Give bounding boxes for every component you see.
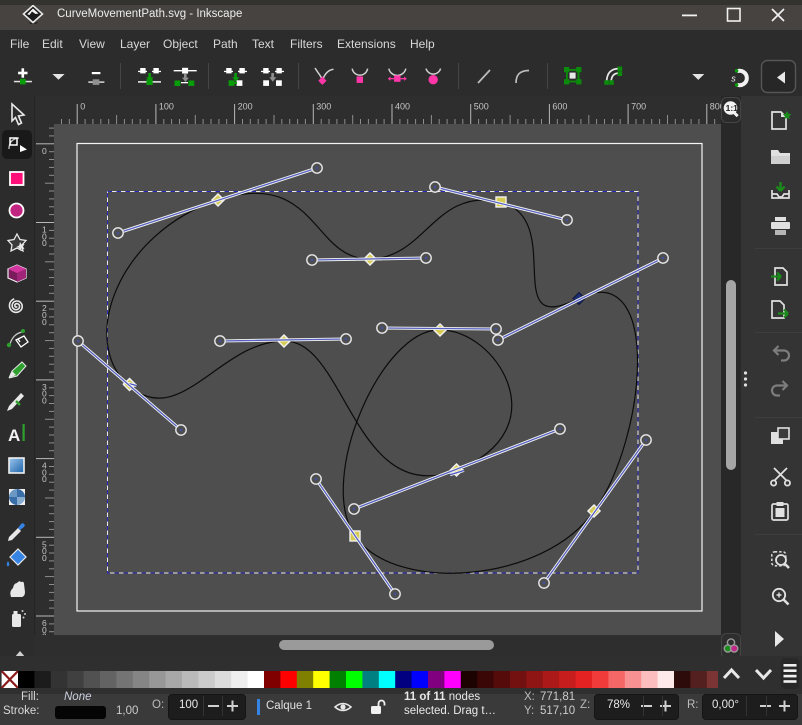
svg-text:A: A — [8, 426, 20, 445]
svg-text:0: 0 — [80, 102, 85, 112]
svg-text:300: 300 — [316, 102, 331, 112]
svg-text:s: s — [731, 74, 736, 84]
svg-text:500: 500 — [474, 102, 489, 112]
svg-text:400: 400 — [395, 102, 410, 112]
svg-text:0: 0 — [42, 317, 47, 327]
svg-text:0: 0 — [42, 474, 47, 484]
svg-text:0: 0 — [42, 238, 47, 248]
svg-text:0: 0 — [42, 553, 47, 563]
svg-text:0: 0 — [42, 396, 47, 406]
svg-text:200: 200 — [238, 102, 253, 112]
svg-text:100: 100 — [159, 102, 174, 112]
svg-text:700: 700 — [631, 102, 646, 112]
svg-text:1:1: 1:1 — [726, 103, 739, 113]
svg-text:600: 600 — [552, 102, 567, 112]
svg-text:800: 800 — [710, 102, 721, 112]
svg-text:0: 0 — [42, 146, 47, 156]
